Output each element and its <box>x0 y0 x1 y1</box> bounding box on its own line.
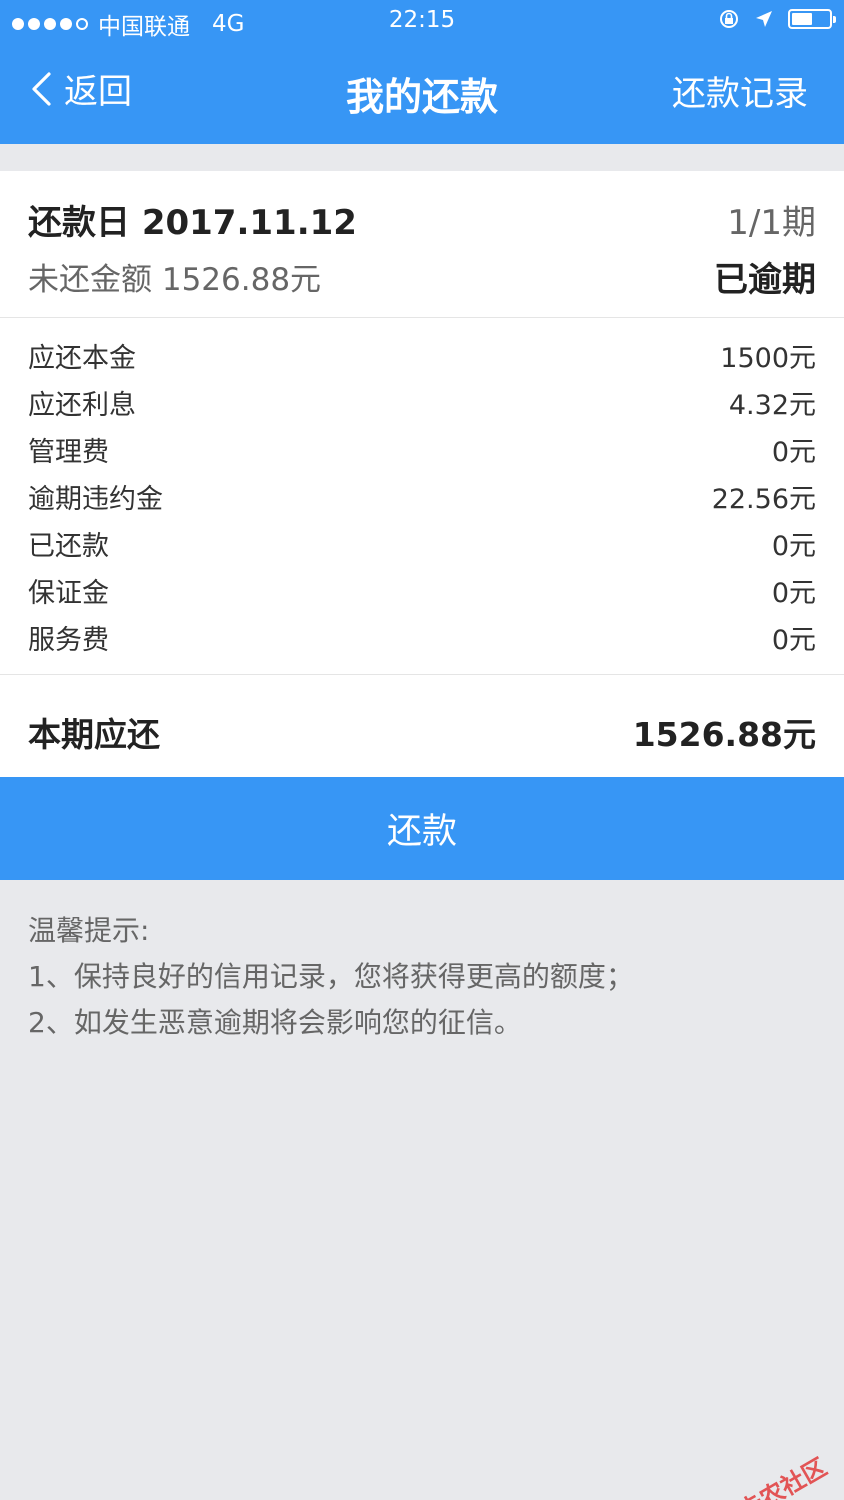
due-date: 还款日 2017.11.12 <box>28 203 357 243</box>
repayment-card: 还款日 2017.11.12 1/1期 未还金额 1526.88元 已逾期 应还… <box>0 171 844 777</box>
detail-value: 0元 <box>771 436 816 468</box>
detail-value: 4.32元 <box>728 389 816 421</box>
detail-label: 应还本金 <box>28 342 136 374</box>
battery-icon <box>788 9 836 29</box>
total-value: 1526.88元 <box>632 715 816 754</box>
detail-row-principal: 应还本金 1500元 <box>28 335 816 375</box>
detail-row-management-fee: 管理费 0元 <box>28 429 816 469</box>
repayment-record-button[interactable]: 还款记录 <box>672 66 808 115</box>
detail-list: 应还本金 1500元 应还利息 4.32元 管理费 0元 逾期违约金 22.56… <box>0 319 844 675</box>
detail-label: 应还利息 <box>28 389 136 421</box>
pay-button[interactable]: 还款 <box>0 777 844 880</box>
location-arrow-icon <box>756 11 772 27</box>
top-bar: 中国联通 4G 22:15 返回 我的还款 还款记录 <box>0 0 844 144</box>
detail-value: 22.56元 <box>711 483 816 515</box>
detail-label: 管理费 <box>28 436 109 468</box>
detail-label: 已还款 <box>28 530 109 562</box>
battery-cap <box>833 16 836 23</box>
card-header: 还款日 2017.11.12 1/1期 未还金额 1526.88元 已逾期 <box>0 171 844 318</box>
watermark: 卡农社区 <box>702 1448 832 1500</box>
detail-row-deposit: 保证金 0元 <box>28 570 816 610</box>
battery-fill <box>792 13 812 25</box>
detail-label: 服务费 <box>28 624 109 656</box>
tips-line-1: 1、保持良好的信用记录，您将获得更高的额度； <box>28 960 634 993</box>
detail-label: 保证金 <box>28 577 109 609</box>
tips-line-2: 2、如发生恶意逾期将会影响您的征信。 <box>28 1006 522 1039</box>
tips-title: 温馨提示: <box>28 914 150 947</box>
detail-value: 0元 <box>771 624 816 656</box>
status-bar: 中国联通 4G 22:15 <box>0 0 844 44</box>
screen: 中国联通 4G 22:15 返回 我的还款 还款记录 还款日 2017.11.1… <box>0 0 844 1500</box>
overdue-status: 已逾期 <box>714 260 816 300</box>
detail-row-interest: 应还利息 4.32元 <box>28 382 816 422</box>
total-row: 本期应还 1526.88元 <box>0 676 844 777</box>
detail-value: 0元 <box>771 530 816 562</box>
tips: 温馨提示: 1、保持良好的信用记录，您将获得更高的额度； 2、如发生恶意逾期将会… <box>28 908 818 1046</box>
detail-row-penalty: 逾期违约金 22.56元 <box>28 476 816 516</box>
period-count: 1/1期 <box>727 203 816 243</box>
status-right <box>718 8 836 30</box>
total-label: 本期应还 <box>28 715 160 754</box>
detail-value: 0元 <box>771 577 816 609</box>
detail-row-repaid: 已还款 0元 <box>28 523 816 563</box>
rotation-lock-icon <box>720 10 738 28</box>
nav-bar: 返回 我的还款 还款记录 <box>0 44 844 144</box>
unpaid-amount: 未还金额 1526.88元 <box>28 262 322 298</box>
watermark-text: 卡农社区 <box>734 1452 832 1500</box>
detail-row-service-fee: 服务费 0元 <box>28 617 816 657</box>
detail-label: 逾期违约金 <box>28 483 163 515</box>
detail-value: 1500元 <box>720 342 816 374</box>
